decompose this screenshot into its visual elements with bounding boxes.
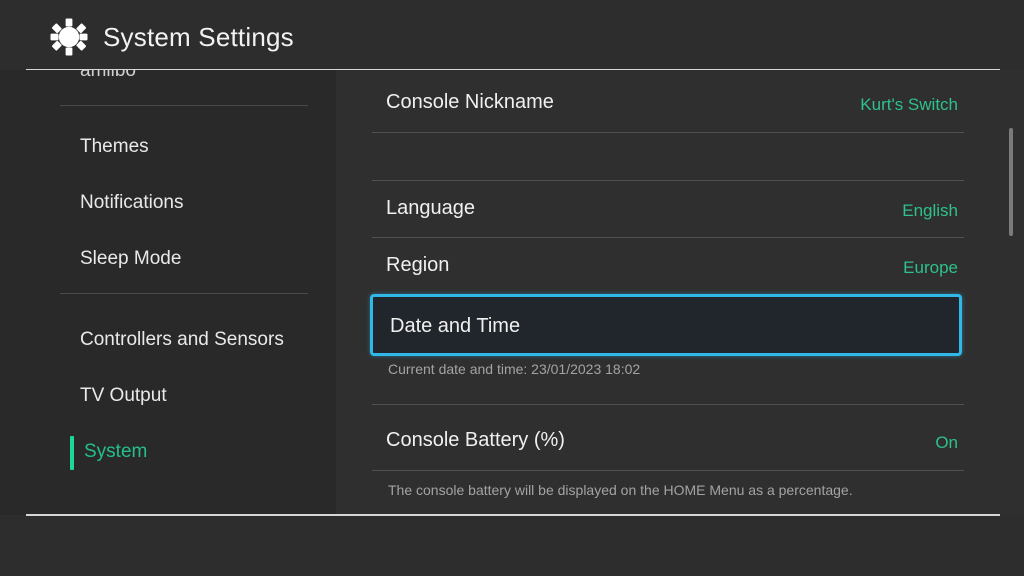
row-divider-2 (372, 180, 964, 181)
gear-icon (50, 18, 88, 56)
setting-label: Region (386, 254, 450, 276)
sidebar-divider-1 (60, 105, 308, 106)
sidebar: amiibo Themes Notifications Sleep Mode C… (0, 70, 336, 515)
scrollbar-thumb[interactable] (1009, 128, 1013, 236)
header-bar: System Settings (0, 0, 1024, 71)
setting-label: Date and Time (390, 315, 521, 337)
system-settings-screen: System Settings amiibo Themes Notificati… (0, 0, 1024, 576)
setting-value: Europe (903, 258, 958, 277)
bottom-bar: B Back A OK (0, 516, 1024, 576)
sidebar-selection-indicator (70, 436, 74, 470)
setting-value: Kurt's Switch (860, 95, 958, 114)
sidebar-item-controllers-and-sensors[interactable]: Controllers and Sensors (80, 329, 284, 351)
setting-value: On (935, 433, 958, 452)
sidebar-item-notifications[interactable]: Notifications (80, 192, 184, 214)
console-battery-description: The console battery will be displayed on… (388, 482, 853, 498)
setting-label: Language (386, 197, 475, 219)
setting-label: Console Nickname (386, 91, 554, 113)
setting-label: Console Battery (%) (386, 429, 565, 451)
setting-value: English (902, 201, 958, 220)
row-divider-5 (372, 470, 964, 471)
date-and-time-description: Current date and time: 23/01/2023 18:02 (388, 361, 641, 377)
row-divider-3 (372, 237, 964, 238)
sidebar-divider-2 (60, 293, 308, 294)
sidebar-item-tv-output[interactable]: TV Output (80, 385, 167, 407)
page-title: System Settings (103, 22, 294, 52)
sidebar-item-themes[interactable]: Themes (80, 136, 149, 158)
row-divider-4 (372, 404, 964, 405)
sidebar-item-sleep-mode[interactable]: Sleep Mode (80, 248, 181, 270)
setting-row-date-and-time[interactable]: Date and Time (370, 294, 962, 356)
sidebar-item-system[interactable]: System (84, 441, 147, 463)
sidebar-item-amiibo[interactable]: amiibo (80, 70, 136, 82)
row-divider-1 (372, 132, 964, 133)
settings-list: Console Nickname Kurt's Switch Language … (336, 70, 1024, 515)
